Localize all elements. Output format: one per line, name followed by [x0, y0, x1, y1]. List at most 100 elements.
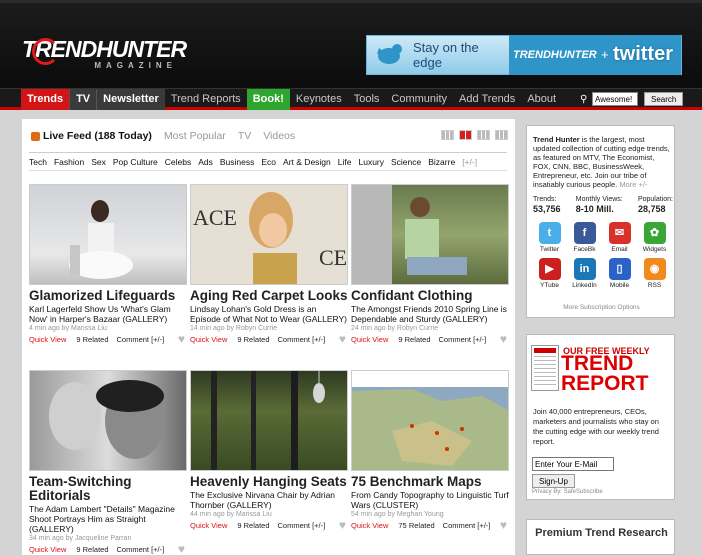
quick-view-link[interactable]: Quick View — [190, 335, 227, 344]
nav-item-book[interactable]: Book! — [246, 89, 290, 110]
nav-item-trends[interactable]: Trends — [21, 89, 70, 110]
category-eco[interactable]: Eco — [261, 157, 276, 167]
heart-icon[interactable]: ♥ — [500, 332, 507, 346]
category-tech[interactable]: Tech — [29, 157, 47, 167]
trend-title[interactable]: Glamorized Lifeguards — [29, 289, 187, 303]
twitter-banner[interactable]: Stay on the edge TRENDHUNTER + twitter — [366, 35, 682, 75]
about-brand: Trend Hunter — [533, 135, 580, 144]
quick-view-link[interactable]: Quick View — [351, 521, 388, 530]
heart-icon[interactable]: ♥ — [339, 332, 346, 346]
heart-icon[interactable]: ♥ — [500, 518, 507, 532]
nav-item-tools[interactable]: Tools — [348, 89, 386, 110]
quick-view-link[interactable]: Quick View — [351, 335, 388, 344]
banner-tagline: Stay on the edge — [413, 40, 479, 70]
grid-small-view-icon[interactable] — [495, 130, 508, 140]
category-art-design[interactable]: Art & Design — [283, 157, 331, 167]
trend-title[interactable]: Heavenly Hanging Seats — [190, 475, 348, 489]
heart-icon[interactable]: ♥ — [339, 518, 346, 532]
tab-most-popular[interactable]: Most Popular — [164, 130, 226, 142]
trend-title[interactable]: Confidant Clothing — [351, 289, 509, 303]
social-twitter[interactable]: t Twitter — [533, 222, 566, 253]
nav-item-keynotes[interactable]: Keynotes — [290, 89, 348, 110]
grid-large-view-icon[interactable] — [459, 130, 472, 140]
nav-item-about[interactable]: About — [521, 89, 562, 110]
trend-desc[interactable]: The Adam Lambert "Details" Magazine Shoo… — [29, 504, 187, 534]
category-bizarre[interactable]: Bizarre — [428, 157, 455, 167]
list-view-icon[interactable] — [441, 130, 454, 140]
subscription-options-link[interactable]: More Subscription Options — [527, 304, 676, 311]
social-rss[interactable]: ◉ RSS — [638, 258, 671, 289]
social-facebook[interactable]: f FaceBk — [568, 222, 601, 253]
category-toggle[interactable]: [+/-] — [462, 157, 477, 167]
trend-image[interactable] — [29, 370, 187, 471]
comment-link[interactable]: Comment [+/-] — [443, 521, 491, 530]
comment-link[interactable]: Comment [+/-] — [439, 335, 487, 344]
nav-item-trend-reports[interactable]: Trend Reports — [165, 89, 247, 110]
trendhunter-logo[interactable]: TRENDHUNTER MAGAZINE — [22, 38, 202, 74]
social-email[interactable]: ✉ Email — [603, 222, 636, 253]
social-linkedin[interactable]: in LinkedIn — [568, 258, 601, 289]
heart-icon[interactable]: ♥ — [178, 542, 185, 556]
category-pop-culture[interactable]: Pop Culture — [113, 157, 158, 167]
trend-title[interactable]: Aging Red Carpet Looks — [190, 289, 348, 303]
search-button[interactable]: Search — [644, 92, 684, 106]
nav-item-add-trends[interactable]: Add Trends — [453, 89, 521, 110]
trend-card: Heavenly Hanging Seats The Exclusive Nir… — [190, 370, 348, 532]
email-field[interactable] — [532, 457, 614, 471]
feed-panel: Live Feed (188 Today) Most Popular TV Vi… — [22, 119, 515, 556]
trend-image[interactable] — [29, 184, 187, 285]
related-link[interactable]: 9 Related — [398, 335, 430, 344]
trend-desc[interactable]: From Candy Topography to Linguistic Turf… — [351, 490, 509, 510]
related-link[interactable]: 75 Related — [398, 521, 434, 530]
trend-image[interactable]: ACE CE — [190, 184, 348, 285]
trend-image[interactable] — [351, 184, 509, 285]
category-life[interactable]: Life — [338, 157, 352, 167]
premium-research-box[interactable]: Premium Trend Research — [526, 519, 675, 555]
trend-image[interactable] — [351, 370, 509, 471]
category-sex[interactable]: Sex — [91, 157, 106, 167]
comment-link[interactable]: Comment [+/-] — [117, 335, 165, 344]
trend-desc[interactable]: Karl Lagerfeld Show Us 'What's Glam Now'… — [29, 304, 187, 324]
quick-view-link[interactable]: Quick View — [29, 335, 66, 344]
category-ads[interactable]: Ads — [198, 157, 213, 167]
nav-item-tv[interactable]: TV — [69, 89, 97, 110]
social-widgets[interactable]: ✿ Widgets — [638, 222, 671, 253]
category-science[interactable]: Science — [391, 157, 421, 167]
category-business[interactable]: Business — [220, 157, 255, 167]
about-more-link[interactable]: More +/- — [619, 180, 647, 189]
trend-desc[interactable]: The Exclusive Nirvana Chair by Adrian Th… — [190, 490, 348, 510]
related-link[interactable]: 9 Related — [76, 545, 108, 554]
category-luxury[interactable]: Luxury — [358, 157, 384, 167]
signup-button[interactable]: Sign-Up — [532, 474, 575, 488]
stat-population: Population: 28,758 — [638, 196, 673, 214]
facebook-icon: f — [573, 222, 596, 244]
related-link[interactable]: 9 Related — [237, 335, 269, 344]
nav-item-community[interactable]: Community — [385, 89, 453, 110]
trend-meta: 14 min ago by Robyn Currie — [190, 325, 278, 332]
quick-view-link[interactable]: Quick View — [29, 545, 66, 554]
comment-link[interactable]: Comment [+/-] — [117, 545, 165, 554]
trend-title[interactable]: Team-Switching Editorials — [29, 475, 149, 503]
related-link[interactable]: 9 Related — [76, 335, 108, 344]
category-fashion[interactable]: Fashion — [54, 157, 84, 167]
nav-item-newsletter[interactable]: Newsletter — [96, 89, 165, 110]
heart-icon[interactable]: ♥ — [178, 332, 185, 346]
quick-view-link[interactable]: Quick View — [190, 521, 227, 530]
grid-medium-view-icon[interactable] — [477, 130, 490, 140]
tab-live-feed[interactable]: Live Feed (188 Today) — [43, 130, 152, 142]
search-input[interactable] — [592, 92, 638, 106]
tab-videos[interactable]: Videos — [263, 130, 295, 142]
subscribe-icons: t Twitter f FaceBk ✉ Email ✿ Widgets ▶ YTube … — [533, 222, 671, 289]
trend-report-box: OUR FREE WEEKLY TREND REPORT Join 40,000… — [526, 334, 675, 500]
comment-link[interactable]: Comment [+/-] — [278, 521, 326, 530]
trend-title[interactable]: 75 Benchmark Maps — [351, 475, 509, 489]
category-celebs[interactable]: Celebs — [165, 157, 191, 167]
trend-desc[interactable]: Lindsay Lohan's Gold Dress is an Episode… — [190, 304, 348, 324]
comment-link[interactable]: Comment [+/-] — [278, 335, 326, 344]
related-link[interactable]: 9 Related — [237, 521, 269, 530]
trend-desc[interactable]: The Amongst Friends 2010 Spring Line is … — [351, 304, 509, 324]
tab-tv[interactable]: TV — [238, 130, 251, 142]
social-youtube[interactable]: ▶ YTube — [533, 258, 566, 289]
trend-image[interactable] — [190, 370, 348, 471]
social-mobile[interactable]: ▯ Mobile — [603, 258, 636, 289]
